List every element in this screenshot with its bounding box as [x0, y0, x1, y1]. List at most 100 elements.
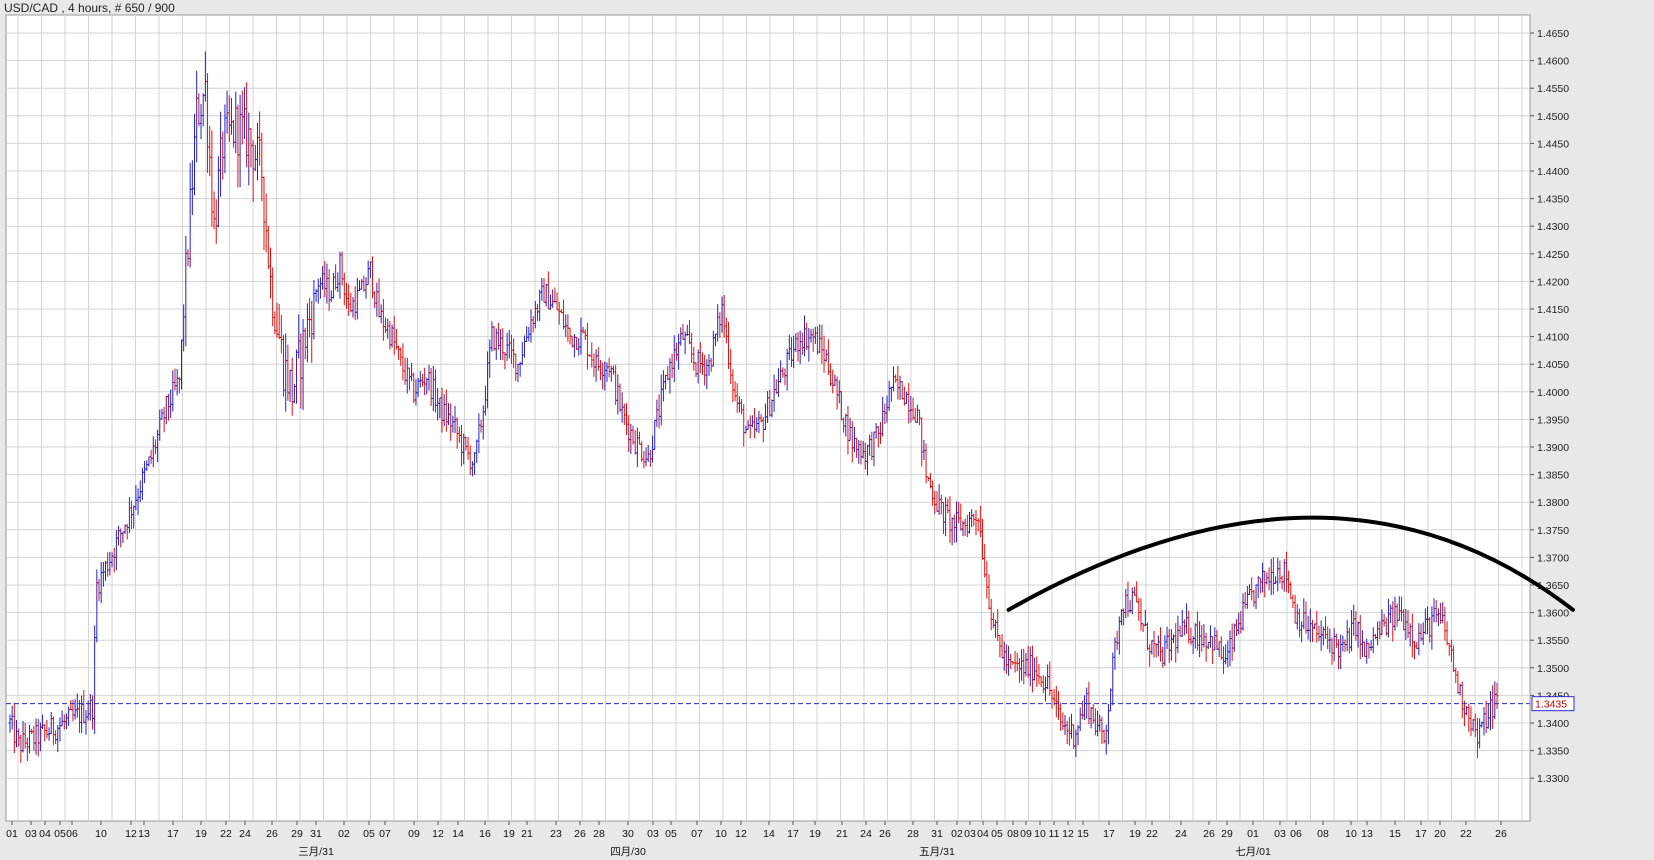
day-tick-label: 21 [836, 828, 848, 840]
price-tick-label: 1.4400 [1537, 166, 1569, 178]
day-tick-label: 24 [860, 828, 872, 840]
price-chart[interactable]: 1.33001.33501.34001.34501.35001.35501.36… [0, 0, 1654, 860]
day-tick-label: 05 [54, 828, 66, 840]
price-tick-label: 1.4100 [1537, 332, 1569, 344]
day-tick-label: 12 [735, 828, 747, 840]
price-tick-label: 1.4500 [1537, 111, 1569, 123]
day-tick-label: 01 [6, 828, 18, 840]
price-tick-label: 1.3500 [1537, 663, 1569, 675]
month-label: 五月/31 [919, 846, 955, 858]
day-tick-label: 23 [550, 828, 562, 840]
day-tick-label: 28 [907, 828, 919, 840]
day-tick-label: 07 [379, 828, 391, 840]
day-tick-label: 06 [1290, 828, 1302, 840]
day-tick-label: 26 [1495, 828, 1507, 840]
price-tick-label: 1.3300 [1537, 773, 1569, 785]
day-tick-label: 04 [39, 828, 51, 840]
day-tick-label: 09 [408, 828, 420, 840]
price-tick-label: 1.4450 [1537, 138, 1569, 150]
day-tick-label: 24 [1175, 828, 1187, 840]
day-tick-label: 03 [964, 828, 976, 840]
day-tick-label: 31 [310, 828, 322, 840]
day-tick-label: 04 [977, 828, 989, 840]
current-price-label: 1.3435 [1535, 699, 1567, 711]
day-tick-label: 12 [432, 828, 444, 840]
day-tick-label: 22 [1146, 828, 1158, 840]
price-tick-label: 1.4150 [1537, 304, 1569, 316]
price-tick-label: 1.3400 [1537, 718, 1569, 730]
day-tick-label: 22 [220, 828, 232, 840]
price-tick-label: 1.3600 [1537, 608, 1569, 620]
day-tick-label: 19 [1129, 828, 1141, 840]
day-tick-label: 24 [239, 828, 251, 840]
day-tick-label: 26 [1203, 828, 1215, 840]
day-tick-label: 03 [647, 828, 659, 840]
day-tick-label: 28 [593, 828, 605, 840]
day-tick-label: 14 [763, 828, 775, 840]
day-tick-label: 29 [1221, 828, 1233, 840]
day-tick-label: 05 [363, 828, 375, 840]
price-tick-label: 1.3800 [1537, 497, 1569, 509]
price-tick-label: 1.4350 [1537, 194, 1569, 206]
day-tick-label: 05 [665, 828, 677, 840]
price-tick-label: 1.4300 [1537, 221, 1569, 233]
price-tick-label: 1.3550 [1537, 635, 1569, 647]
month-label: 四月/30 [610, 846, 646, 858]
price-tick-label: 1.3850 [1537, 470, 1569, 482]
price-tick-label: 1.3350 [1537, 746, 1569, 758]
day-tick-label: 17 [787, 828, 799, 840]
day-tick-label: 17 [1415, 828, 1427, 840]
day-tick-label: 02 [951, 828, 963, 840]
day-tick-label: 13 [1361, 828, 1373, 840]
day-tick-label: 17 [1103, 828, 1115, 840]
day-tick-label: 22 [1460, 828, 1472, 840]
day-tick-label: 14 [452, 828, 464, 840]
price-tick-label: 1.4650 [1537, 28, 1569, 40]
price-tick-label: 1.3900 [1537, 442, 1569, 454]
day-tick-label: 10 [1034, 828, 1046, 840]
day-tick-label: 10 [715, 828, 727, 840]
price-tick-label: 1.4200 [1537, 276, 1569, 288]
day-tick-label: 12 [125, 828, 137, 840]
day-tick-label: 31 [931, 828, 943, 840]
day-tick-label: 13 [138, 828, 150, 840]
day-tick-label: 19 [503, 828, 515, 840]
month-label: 三月/31 [298, 846, 334, 858]
day-tick-label: 21 [521, 828, 533, 840]
price-tick-label: 1.4550 [1537, 83, 1569, 95]
day-tick-label: 19 [809, 828, 821, 840]
day-tick-label: 10 [1345, 828, 1357, 840]
price-tick-label: 1.4050 [1537, 359, 1569, 371]
day-tick-label: 30 [622, 828, 634, 840]
day-tick-label: 15 [1389, 828, 1401, 840]
day-tick-label: 07 [691, 828, 703, 840]
price-tick-label: 1.3700 [1537, 552, 1569, 564]
day-tick-label: 19 [195, 828, 207, 840]
day-tick-label: 03 [25, 828, 37, 840]
price-tick-label: 1.4000 [1537, 387, 1569, 399]
day-tick-label: 11 [1049, 828, 1060, 840]
price-tick-label: 1.4600 [1537, 56, 1569, 68]
day-tick-label: 20 [1434, 828, 1446, 840]
day-tick-label: 26 [266, 828, 278, 840]
day-tick-label: 10 [95, 828, 107, 840]
day-tick-label: 01 [1247, 828, 1259, 840]
day-tick-label: 02 [338, 828, 350, 840]
day-tick-label: 03 [1274, 828, 1286, 840]
day-tick-label: 26 [879, 828, 891, 840]
price-tick-label: 1.4250 [1537, 249, 1569, 261]
price-tick-label: 1.3950 [1537, 414, 1569, 426]
day-tick-label: 26 [574, 828, 586, 840]
day-tick-label: 12 [1062, 828, 1074, 840]
price-tick-label: 1.3750 [1537, 525, 1569, 537]
day-tick-label: 08 [1317, 828, 1329, 840]
day-tick-label: 06 [66, 828, 78, 840]
month-label: 七月/01 [1235, 846, 1271, 858]
day-tick-label: 15 [1077, 828, 1089, 840]
day-tick-label: 17 [167, 828, 179, 840]
day-tick-label: 09 [1020, 828, 1032, 840]
day-tick-label: 08 [1007, 828, 1019, 840]
day-tick-label: 05 [991, 828, 1003, 840]
day-tick-label: 29 [291, 828, 303, 840]
day-tick-label: 16 [479, 828, 491, 840]
